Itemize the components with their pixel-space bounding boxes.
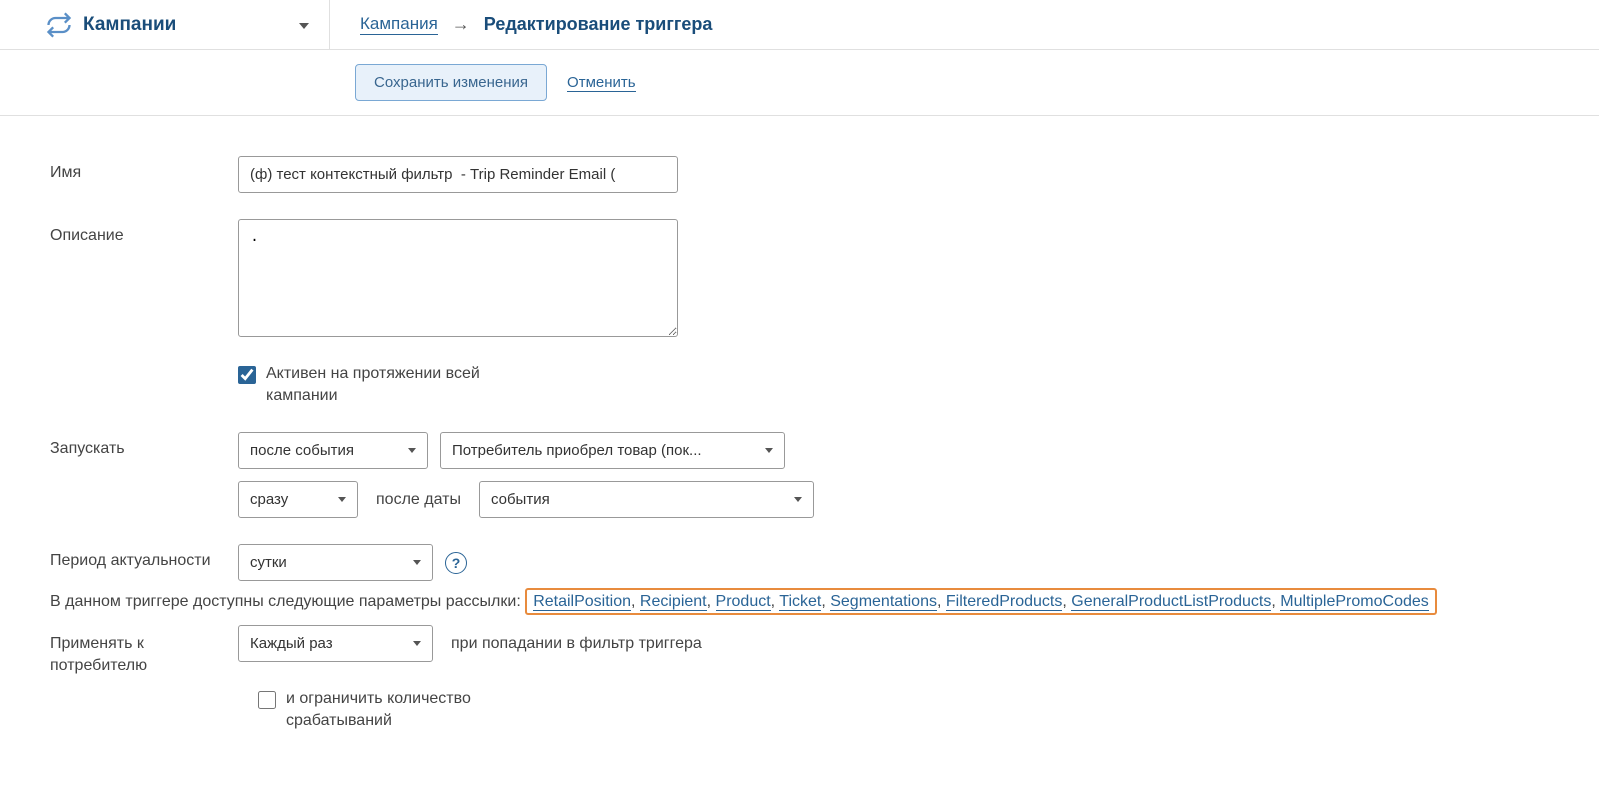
params-highlight: RetailPosition, Recipient, Product, Tick… bbox=[525, 588, 1437, 615]
apply-value: Каждый раз bbox=[250, 635, 333, 652]
apply-label: Применять к потребителю bbox=[50, 625, 238, 676]
active-checkbox-label: Активен на протяжении всей кампании bbox=[266, 363, 526, 406]
save-button[interactable]: Сохранить изменения bbox=[355, 64, 547, 101]
breadcrumb: Кампания → Редактирование триггера bbox=[330, 14, 712, 35]
breadcrumb-parent-link[interactable]: Кампания bbox=[360, 14, 438, 35]
param-recipient[interactable]: Recipient bbox=[640, 593, 707, 611]
launch-delay-select[interactable]: сразу bbox=[238, 481, 358, 518]
module-title: Кампании bbox=[83, 14, 176, 36]
after-date-text: после даты bbox=[376, 491, 461, 509]
caret-down-icon bbox=[413, 560, 421, 565]
description-textarea[interactable]: . bbox=[238, 219, 678, 337]
launch-when-select[interactable]: после события bbox=[238, 432, 428, 469]
relevance-label: Период актуальности bbox=[50, 544, 238, 570]
params-prefix: В данном триггере доступны следующие пар… bbox=[50, 593, 525, 610]
module-selector[interactable]: Кампании bbox=[0, 0, 330, 49]
launch-when-value: после события bbox=[250, 442, 354, 459]
caret-down-icon bbox=[413, 641, 421, 646]
param-multiplepromocodes[interactable]: MultiplePromoCodes bbox=[1280, 593, 1429, 611]
name-input[interactable] bbox=[238, 156, 678, 193]
limit-checkbox[interactable] bbox=[258, 691, 276, 709]
param-segmentations[interactable]: Segmentations bbox=[830, 593, 937, 611]
param-retailposition[interactable]: RetailPosition bbox=[533, 593, 631, 611]
launch-event-select[interactable]: Потребитель приобрел товар (пок... bbox=[440, 432, 785, 469]
campaigns-logo-icon bbox=[45, 11, 73, 39]
caret-down-icon bbox=[338, 497, 346, 502]
name-label: Имя bbox=[50, 156, 238, 182]
apply-suffix: при попадании в фильтр триггера bbox=[451, 635, 702, 653]
launch-after-target-select[interactable]: события bbox=[479, 481, 814, 518]
arrow-right-icon: → bbox=[452, 14, 470, 35]
relevance-select[interactable]: сутки bbox=[238, 544, 433, 581]
launch-delay-value: сразу bbox=[250, 491, 288, 508]
chevron-down-icon bbox=[299, 16, 309, 33]
launch-event-value: Потребитель приобрел товар (пок... bbox=[452, 442, 702, 459]
cancel-link[interactable]: Отменить bbox=[567, 74, 636, 92]
caret-down-icon bbox=[794, 497, 802, 502]
param-product[interactable]: Product bbox=[716, 593, 771, 611]
limit-checkbox-label: и ограничить количество срабатываний bbox=[286, 688, 546, 731]
param-ticket[interactable]: Ticket bbox=[779, 593, 821, 611]
form-area: Имя Описание . Активен на протяжении все… bbox=[0, 116, 1560, 788]
help-icon[interactable]: ? bbox=[445, 552, 467, 574]
limit-checkbox-row[interactable]: и ограничить количество срабатываний bbox=[258, 688, 546, 731]
top-header: Кампании Кампания → Редактирование тригг… bbox=[0, 0, 1599, 50]
param-filteredproducts[interactable]: FilteredProducts bbox=[946, 593, 1063, 611]
launch-after-target-value: события bbox=[491, 491, 550, 508]
param-generalproductlistproducts[interactable]: GeneralProductListProducts bbox=[1071, 593, 1271, 611]
apply-select[interactable]: Каждый раз bbox=[238, 625, 433, 662]
caret-down-icon bbox=[408, 448, 416, 453]
description-label: Описание bbox=[50, 219, 238, 245]
relevance-value: сутки bbox=[250, 554, 287, 571]
action-bar: Сохранить изменения Отменить bbox=[0, 50, 1599, 116]
available-params-row: В данном триггере доступны следующие пар… bbox=[50, 593, 1510, 611]
caret-down-icon bbox=[765, 448, 773, 453]
launch-label: Запускать bbox=[50, 432, 238, 458]
breadcrumb-current: Редактирование триггера bbox=[484, 14, 713, 35]
active-checkbox[interactable] bbox=[238, 366, 256, 384]
active-checkbox-row[interactable]: Активен на протяжении всей кампании bbox=[238, 363, 526, 406]
